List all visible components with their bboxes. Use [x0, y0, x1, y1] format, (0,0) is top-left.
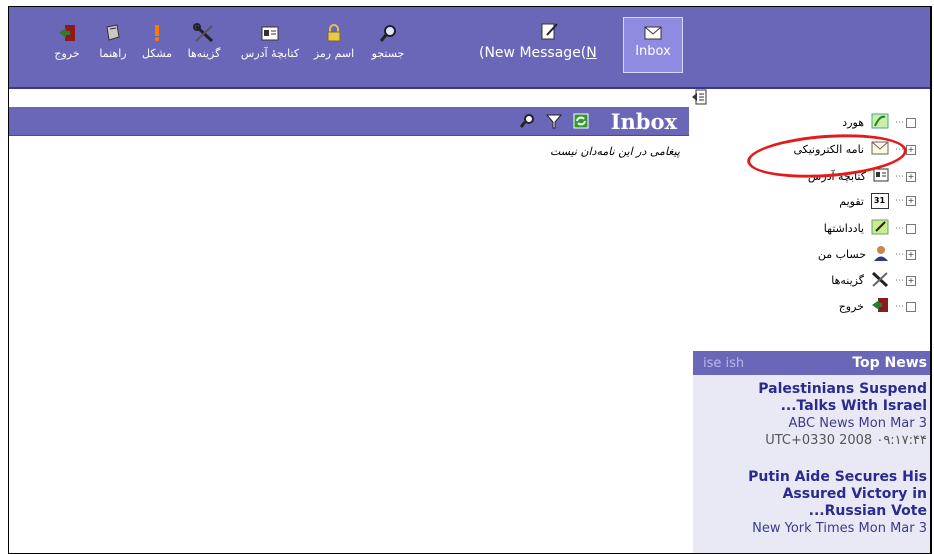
- sidebar-item-label: گزینه‌ها: [831, 274, 864, 287]
- compose-icon: [537, 21, 561, 43]
- help-book-icon: [93, 23, 133, 45]
- toolbar-compose-icon-wrap[interactable]: [537, 21, 561, 45]
- calendar-icon: 31: [870, 193, 889, 209]
- sidebar-item-label: خروج: [838, 300, 864, 313]
- exit-icon: [871, 297, 889, 316]
- sidebar-item-label: تقویم: [839, 194, 864, 208]
- news-headline-cont[interactable]: Assured Victory in: [748, 486, 927, 503]
- options-tools-icon: [179, 23, 229, 45]
- toolbar-help-button[interactable]: راهنما: [93, 23, 133, 73]
- tree-expander[interactable]: +: [906, 249, 916, 260]
- page-title: Inbox: [610, 109, 677, 134]
- search-icon[interactable]: [519, 113, 535, 133]
- news-source: ABC News Mon Mar 3: [788, 416, 927, 431]
- news-header: ise ish Top News: [693, 351, 930, 375]
- sidebar-item-calendar[interactable]: تقویم 31 ⋯ +: [839, 193, 916, 213]
- tree-expander[interactable]: +: [906, 144, 916, 155]
- sidebar-item-options[interactable]: گزینه‌ها ⋯ +: [831, 271, 916, 291]
- note-icon: [871, 219, 889, 238]
- address-book-icon: [873, 167, 889, 186]
- news-subtabs[interactable]: ise ish: [703, 356, 744, 371]
- toolbar-inbox-button[interactable]: Inbox: [623, 17, 683, 73]
- toolbar-options-button[interactable]: گزینه‌ها: [179, 23, 229, 73]
- news-time: UTC+0330 2008 ۰۹:۱۷:۴۴: [765, 433, 927, 448]
- empty-folder-message: پیغامی در این نامه‌دان نیست: [549, 145, 680, 158]
- inbox-header-bar: Inbox: [9, 107, 689, 136]
- news-headline-cont[interactable]: ...Talks With Israel: [758, 398, 927, 415]
- sidebar-item-horde[interactable]: هورد ⋯: [842, 113, 916, 133]
- toolbar-options-label: گزینه‌ها: [187, 47, 221, 60]
- toolbar-address-book-button[interactable]: کتابچهٔ آدرس: [235, 23, 305, 73]
- toolbar-password-button[interactable]: اسم رمز: [309, 23, 359, 73]
- toolbar-exit-label: خروج: [54, 47, 80, 60]
- sidebar-item-notes[interactable]: یادداشتها ⋯: [824, 219, 916, 239]
- toolbar-inbox-label: Inbox: [635, 44, 671, 59]
- news-panel: Palestinians Suspend ...Talks With Israe…: [693, 375, 930, 553]
- news-item[interactable]: Palestinians Suspend ...Talks With Israe…: [758, 381, 927, 449]
- user-icon: [873, 245, 889, 264]
- news-headline[interactable]: Palestinians Suspend: [758, 381, 927, 398]
- sidebar-item-label: هورد: [842, 116, 864, 129]
- news-source: New York Times Mon Mar 3: [752, 521, 927, 536]
- collapse-panel-icon[interactable]: [691, 89, 707, 109]
- sidebar-item-logout[interactable]: خروج ⋯: [839, 297, 916, 317]
- new-message-text: (New Message(: [479, 45, 587, 61]
- toolbar-search-button[interactable]: جستجو: [363, 23, 413, 73]
- tree-expander[interactable]: [906, 223, 916, 234]
- sidebar-item-my-account[interactable]: حساب من ⋯ +: [818, 245, 916, 265]
- new-message-key: N: [586, 45, 597, 61]
- tree-expander[interactable]: [906, 117, 916, 128]
- new-message-link[interactable]: (New Message(N: [479, 45, 597, 61]
- sidebar-item-label: حساب من: [817, 248, 866, 261]
- toolbar-address-book-label: کتابچهٔ آدرس: [240, 47, 300, 60]
- plant-icon: [871, 113, 889, 132]
- envelope-icon: [624, 26, 682, 44]
- tree-expander[interactable]: +: [906, 171, 916, 182]
- toolbar-password-label: اسم رمز: [313, 47, 355, 60]
- sidebar-item-label: یادداشتها: [823, 222, 864, 235]
- toolbar-exit-button[interactable]: خروج: [49, 23, 85, 73]
- options-tools-icon: [871, 271, 889, 290]
- news-headline-cont[interactable]: ...Russian Vote: [748, 503, 927, 520]
- app-frame: خروج راهنما مشکل گزینه‌ها کتابچهٔ آدرس: [8, 6, 932, 554]
- tree-expander[interactable]: [906, 301, 916, 312]
- inbox-tools: [519, 113, 589, 133]
- address-book-icon: [235, 23, 305, 45]
- search-icon: [363, 23, 413, 45]
- tree-expander[interactable]: +: [906, 275, 916, 286]
- toolbar-problem-label: مشکل: [141, 47, 173, 60]
- refresh-icon[interactable]: [573, 113, 589, 133]
- lock-icon: [309, 23, 359, 45]
- toolbar-search-label: جستجو: [371, 47, 405, 60]
- filter-icon[interactable]: [545, 113, 562, 133]
- problem-icon: [139, 23, 175, 45]
- tree-expander[interactable]: +: [906, 196, 916, 206]
- toolbar-problem-button[interactable]: مشکل: [139, 23, 175, 73]
- exit-icon: [49, 23, 85, 45]
- news-item[interactable]: Putin Aide Secures His Assured Victory i…: [748, 469, 927, 537]
- top-toolbar: خروج راهنما مشکل گزینه‌ها کتابچهٔ آدرس: [9, 7, 930, 89]
- news-headline[interactable]: Putin Aide Secures His: [748, 469, 927, 486]
- news-title: Top News: [852, 355, 927, 371]
- toolbar-help-label: راهنما: [99, 47, 127, 60]
